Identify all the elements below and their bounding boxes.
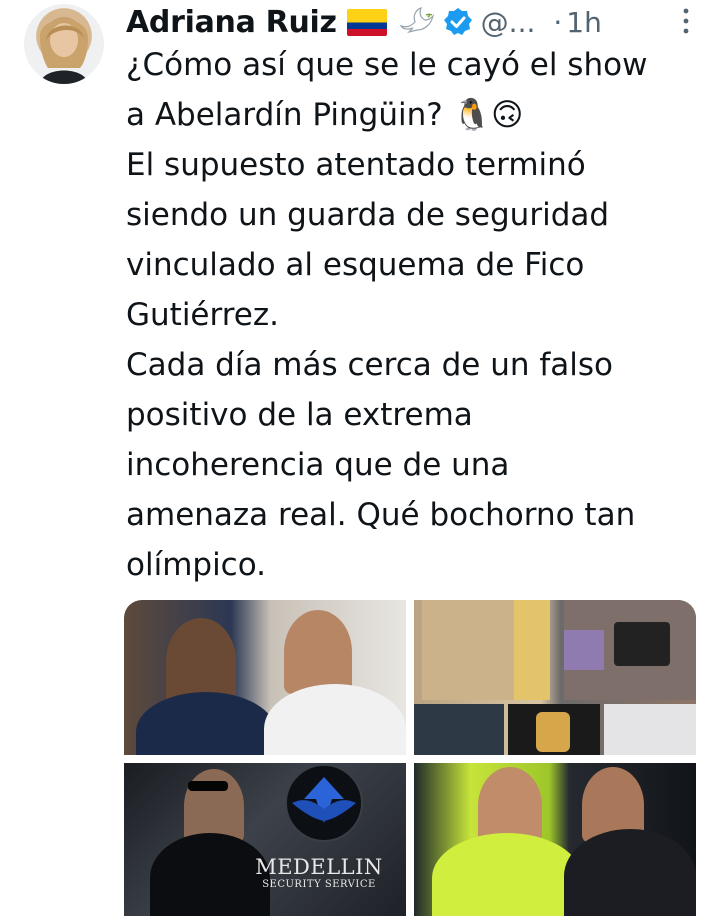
tweet-line: olímpico. [126, 547, 266, 583]
author-name[interactable]: Adriana Ruiz [126, 5, 337, 40]
tweet-line: amenaza real. Qué bochorno tan [126, 497, 636, 533]
author-handle[interactable]: @... [481, 6, 536, 39]
avatar[interactable] [24, 4, 104, 84]
tweet-line: siendo un guarda de seguridad [126, 197, 610, 233]
timestamp[interactable]: 1h [566, 6, 602, 39]
tweet-line: incoherencia que de una [126, 447, 510, 483]
tweet-line: Cada día más cerca de un falso [126, 347, 613, 383]
tweet-line: a Abelardín Pingüin? 🐧🙃 [126, 97, 524, 133]
photo-id-and-weapon[interactable] [414, 600, 696, 755]
photo-police-and-man[interactable] [414, 763, 696, 916]
security-logo-text: MEDELLIN SECURITY SERVICE [244, 855, 394, 890]
more-options-icon[interactable] [682, 6, 690, 36]
tweet[interactable]: Adriana Ruiz @... · 1h ¿Cómo así que se … [0, 0, 720, 916]
photo-two-men[interactable] [124, 600, 406, 755]
tweet-header: Adriana Ruiz @... · 1h [126, 0, 716, 44]
dove-icon [399, 7, 434, 34]
logo-text-line2: SECURITY SERVICE [262, 879, 376, 890]
verified-badge-icon [443, 8, 472, 35]
tweet-line: vinculado al esquema de Fico [126, 247, 585, 283]
photo-security-logo[interactable]: MEDELLIN SECURITY SERVICE [124, 763, 406, 916]
tweet-line: El supuesto atentado terminó [126, 147, 586, 183]
colombia-flag-icon [346, 8, 387, 36]
media-grid: MEDELLIN SECURITY SERVICE [124, 600, 696, 916]
logo-text-line1: MEDELLIN [255, 855, 383, 879]
tweet-line: Gutiérrez. [126, 297, 279, 333]
tweet-text: ¿Cómo así que se le cayó el show a Abela… [126, 40, 716, 590]
tweet-line: positivo de la extrema [126, 397, 473, 433]
separator-dot: · [553, 5, 563, 39]
tweet-line: ¿Cómo así que se le cayó el show [126, 47, 648, 83]
